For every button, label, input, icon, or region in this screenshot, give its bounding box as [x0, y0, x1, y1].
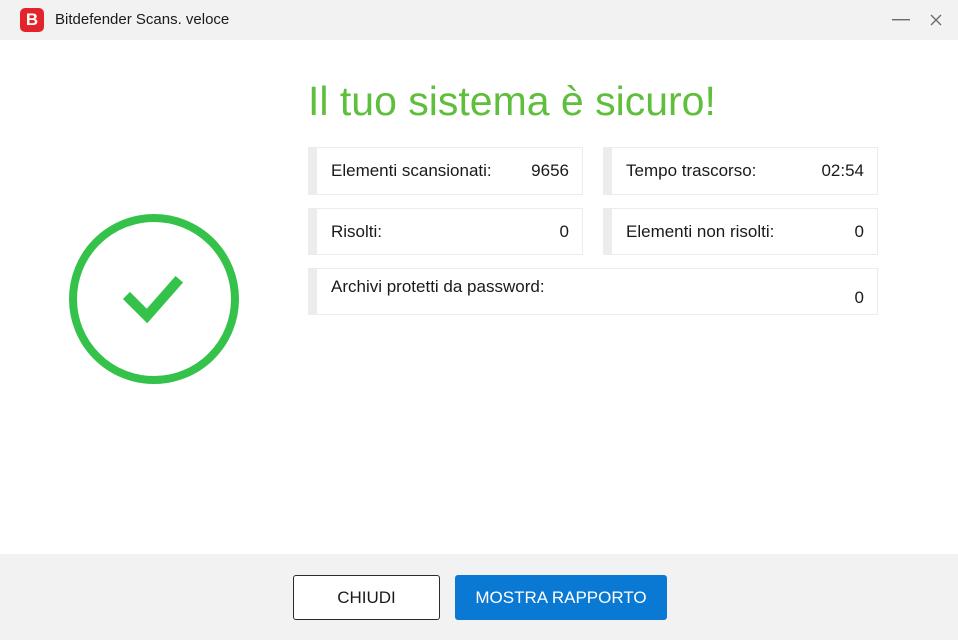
- stat-password-archives: Archivi protetti da password: 0: [308, 268, 878, 315]
- stat-value: 0: [559, 222, 569, 241]
- close-icon: [930, 14, 942, 26]
- scan-result-window: B Bitdefender Scans. veloce Il tuo siste…: [0, 0, 958, 640]
- stat-label: Tempo trascorso:: [626, 161, 757, 180]
- stat-value: 0: [854, 288, 864, 307]
- stat-value: 02:54: [821, 161, 864, 180]
- stat-value: 0: [854, 222, 864, 241]
- stat-label: Elementi scansionati:: [331, 161, 492, 180]
- stat-value: 9656: [531, 161, 569, 180]
- stat-scanned-items: Elementi scansionati: 9656: [308, 147, 583, 195]
- stat-elapsed-time: Tempo trascorso: 02:54: [603, 147, 878, 195]
- stat-resolved: Risolti: 0: [308, 208, 583, 255]
- show-report-button[interactable]: MOSTRA RAPPORTO: [455, 575, 667, 620]
- bitdefender-logo-icon: B: [20, 8, 44, 32]
- stat-unresolved: Elementi non risolti: 0: [603, 208, 878, 255]
- window-title: Bitdefender Scans. veloce: [55, 11, 230, 28]
- stat-label: Archivi protetti da password:: [331, 277, 545, 296]
- stat-label: Elementi non risolti:: [626, 222, 775, 241]
- close-button[interactable]: CHIUDI: [293, 575, 440, 620]
- stat-label: Risolti:: [331, 222, 383, 241]
- minimize-button[interactable]: [886, 6, 916, 34]
- minimize-icon: [892, 19, 910, 21]
- footer-bar: CHIUDI MOSTRA RAPPORTO: [0, 554, 958, 640]
- check-circle-icon: [68, 213, 240, 385]
- close-window-button[interactable]: [921, 6, 951, 34]
- status-headline: Il tuo sistema è sicuro!: [308, 78, 716, 124]
- title-bar: B Bitdefender Scans. veloce: [0, 0, 958, 40]
